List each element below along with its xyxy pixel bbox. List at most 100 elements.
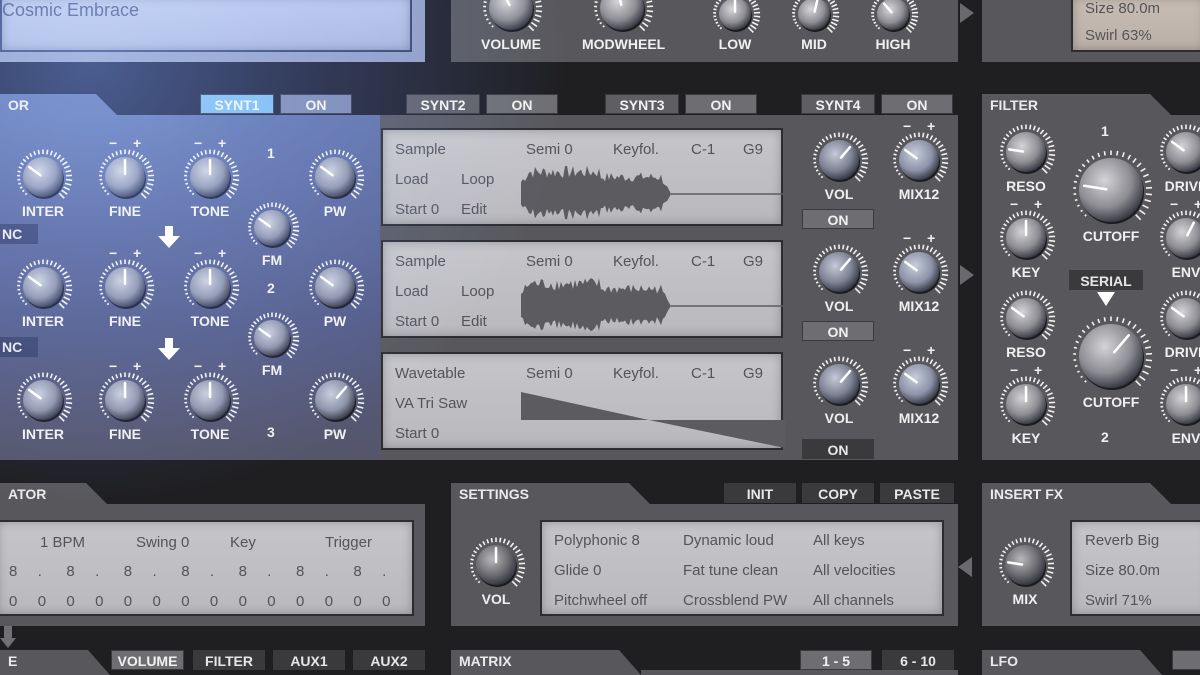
filter1-reso-knob[interactable]	[996, 122, 1056, 182]
matrix-tab-2[interactable]: 6 - 10	[882, 650, 954, 670]
settings-option[interactable]: Dynamic loud	[683, 532, 774, 549]
arp-step-value[interactable]: 8	[181, 563, 189, 580]
preset-display[interactable]: Cosmic Embrace	[0, 0, 412, 52]
sync-button-3[interactable]: NC	[0, 337, 38, 357]
filter1-cutoff-knob[interactable]	[1069, 148, 1153, 232]
settings-option[interactable]: All keys	[813, 532, 865, 549]
knob-modwheel[interactable]	[590, 0, 654, 40]
synth-tab-2[interactable]: SYNT2	[406, 94, 480, 114]
arp-step-value[interactable]: .	[382, 563, 386, 580]
source3-on-button[interactable]: ON	[802, 439, 874, 459]
source1-on-button[interactable]: ON	[802, 209, 874, 229]
arp-step-value[interactable]: .	[325, 563, 329, 580]
arp-step-velocity[interactable]: 0	[153, 593, 161, 610]
filter2-reso-knob[interactable]	[996, 288, 1056, 348]
lfo-tab-button[interactable]	[1172, 650, 1200, 670]
arp-step-velocity[interactable]: 0	[353, 593, 361, 610]
synth-4-on-button[interactable]: ON	[881, 94, 953, 114]
settings-option[interactable]: Polyphonic 8	[554, 532, 640, 549]
arp-step-value[interactable]: 8	[124, 563, 132, 580]
arp-step-velocity[interactable]: 0	[382, 593, 390, 610]
insert-fx-display[interactable]: Reverb Big Size 80.0m Swirl 71%	[1070, 520, 1200, 616]
settings-display[interactable]: Polyphonic 8 Glide 0 Pitchwheel off Dynamic…	[540, 520, 944, 616]
source-display-1[interactable]: Sample Semi 0 Keyfol. C-1 G9 Load Loop Start 0 E…	[381, 128, 783, 226]
filter2-key-knob[interactable]	[996, 374, 1056, 434]
knob-low[interactable]	[709, 0, 761, 40]
arp-step-velocity[interactable]: 0	[95, 593, 103, 610]
envelope-tab-filter[interactable]: FILTER	[193, 650, 265, 670]
synth-tab-4[interactable]: SYNT4	[801, 94, 875, 114]
osc1-pw-knob[interactable]	[305, 147, 365, 207]
arp-step-value[interactable]: 8	[353, 563, 361, 580]
filter2-drive-knob[interactable]	[1156, 288, 1200, 348]
source2-vol-knob[interactable]	[809, 242, 869, 302]
source-display-3[interactable]: Wavetable Semi 0 Keyfol. C-1 G9 VA Tri Saw Sta…	[381, 352, 785, 450]
envelope-tab-aux2[interactable]: AUX2	[353, 650, 425, 670]
arp-step-value[interactable]: 8	[66, 563, 74, 580]
arp-step-value[interactable]: .	[95, 563, 99, 580]
knob-volume[interactable]	[479, 0, 543, 40]
insert-fx-mix-knob[interactable]	[995, 535, 1055, 595]
synth-3-on-button[interactable]: ON	[685, 94, 757, 114]
arp-step-velocity[interactable]: 0	[38, 593, 46, 610]
settings-option[interactable]: All velocities	[813, 562, 896, 579]
matrix-tab-1[interactable]: 1 - 5	[800, 650, 872, 670]
source3-vol-knob[interactable]	[809, 354, 869, 414]
osc2-tone-knob[interactable]	[180, 257, 240, 317]
arp-step-value[interactable]: 8	[9, 563, 17, 580]
settings-option[interactable]: Glide 0	[554, 562, 602, 579]
osc1-fm-knob[interactable]	[244, 200, 300, 256]
filter1-env-knob[interactable]	[1156, 208, 1200, 268]
arp-step-value[interactable]: 8	[239, 563, 247, 580]
arp-step-velocity[interactable]: 0	[239, 593, 247, 610]
osc2-pw-knob[interactable]	[305, 257, 365, 317]
synth-1-on-button[interactable]: ON	[280, 94, 352, 114]
osc3-pw-knob[interactable]	[305, 370, 365, 430]
filter1-drive-knob[interactable]	[1156, 122, 1200, 182]
paste-button[interactable]: PASTE	[880, 483, 954, 503]
arp-step-value[interactable]: .	[210, 563, 214, 580]
sync-button-2[interactable]: NC	[0, 224, 38, 244]
synth-2-on-button[interactable]: ON	[486, 94, 558, 114]
arp-step-velocity[interactable]: 0	[124, 593, 132, 610]
arp-step-value[interactable]: 8	[296, 563, 304, 580]
arp-step-velocity[interactable]: 0	[267, 593, 275, 610]
source-display-2[interactable]: Sample Semi 0 Keyfol. C-1 G9 Load Loop Start 0 E…	[381, 240, 783, 338]
source1-vol-knob[interactable]	[809, 130, 869, 190]
filter1-key-knob[interactable]	[996, 208, 1056, 268]
osc3-inter-knob[interactable]	[13, 370, 73, 430]
synth-tab-3[interactable]: SYNT3	[605, 94, 679, 114]
osc1-inter-knob[interactable]	[13, 147, 73, 207]
settings-option[interactable]: All channels	[813, 592, 894, 609]
synth-tab-1[interactable]: SYNT1	[200, 94, 274, 114]
init-button[interactable]: INIT	[724, 483, 796, 503]
filter2-cutoff-knob[interactable]	[1069, 314, 1153, 398]
arp-step-velocity[interactable]: 0	[210, 593, 218, 610]
osc2-fine-knob[interactable]	[95, 257, 155, 317]
filter2-env-knob[interactable]	[1156, 374, 1200, 434]
knob-high[interactable]	[867, 0, 919, 40]
envelope-tab-aux1[interactable]: AUX1	[273, 650, 345, 670]
arp-step-velocity[interactable]: 0	[181, 593, 189, 610]
copy-button[interactable]: COPY	[802, 483, 874, 503]
settings-option[interactable]: Crossblend PW	[683, 592, 787, 609]
envelope-tab-volume[interactable]: VOLUME	[111, 650, 184, 670]
source2-mix-knob[interactable]	[889, 242, 949, 302]
arp-step-value[interactable]: .	[267, 563, 271, 580]
settings-option[interactable]: Fat tune clean	[683, 562, 778, 579]
arpeggiator-display[interactable]: 1 BPM Swing 0 Key Trigger 8. 8. 8. 8. 8. 8. 8.…	[0, 520, 414, 616]
source2-on-button[interactable]: ON	[802, 321, 874, 341]
settings-option[interactable]: Pitchwheel off	[554, 592, 647, 609]
knob-mid[interactable]	[788, 0, 840, 40]
arp-step-value[interactable]: .	[38, 563, 42, 580]
source1-mix-knob[interactable]	[889, 130, 949, 190]
arp-step-velocity[interactable]: 0	[66, 593, 74, 610]
osc1-tone-knob[interactable]	[180, 147, 240, 207]
osc2-fm-knob[interactable]	[244, 310, 300, 366]
arp-step-velocity[interactable]: 0	[9, 593, 17, 610]
osc1-fine-knob[interactable]	[95, 147, 155, 207]
arp-step-velocity[interactable]: 0	[296, 593, 304, 610]
source3-mix-knob[interactable]	[889, 354, 949, 414]
osc3-tone-knob[interactable]	[180, 370, 240, 430]
settings-vol-knob[interactable]	[466, 535, 526, 595]
